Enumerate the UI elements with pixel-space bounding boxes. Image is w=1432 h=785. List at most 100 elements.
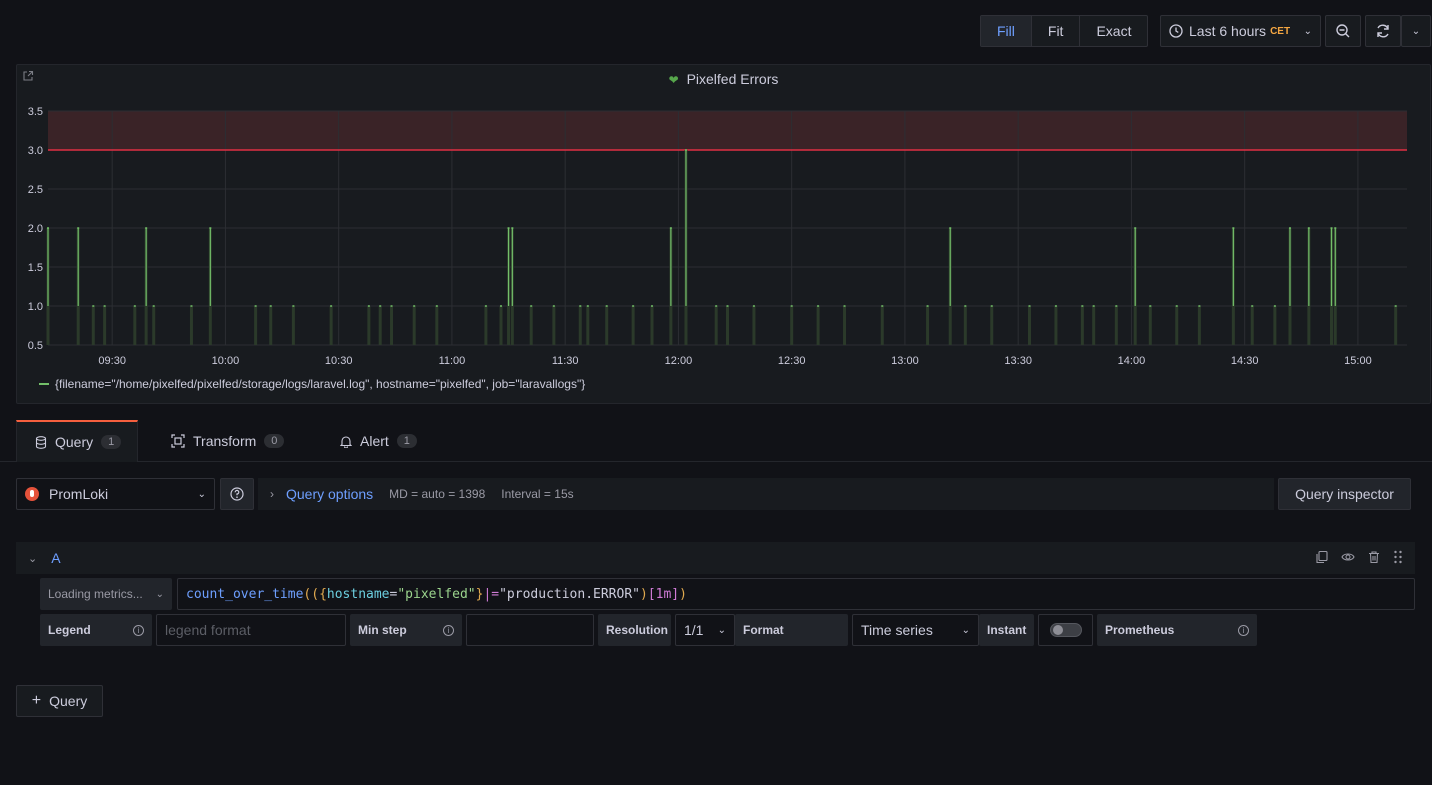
interval-text: Interval = 15s	[501, 487, 574, 501]
legend-option-label: Legend i	[40, 614, 152, 646]
x-tick-label: 13:00	[891, 355, 919, 365]
tab-query[interactable]: Query 1	[16, 420, 138, 462]
chevron-down-icon: ⌄	[717, 624, 726, 636]
resolution-value: 1/1	[684, 622, 704, 638]
min-step-input[interactable]	[466, 614, 594, 646]
query-token-paren: ((	[303, 586, 320, 602]
min-step-label: Min step i	[350, 614, 462, 646]
instant-toggle[interactable]	[1049, 623, 1082, 637]
y-tick-label: 2.0	[28, 223, 43, 235]
metrics-browser-label: Loading metrics...	[48, 587, 143, 601]
query-token-equals: =	[389, 586, 398, 602]
view-mode-exact-button[interactable]: Exact	[1080, 16, 1147, 46]
chevron-down-icon: ⌄	[197, 488, 206, 500]
view-mode-group: Fill Fit Exact	[980, 15, 1149, 47]
x-tick-label: 10:00	[212, 355, 240, 365]
database-icon	[35, 435, 47, 449]
chevron-down-icon: ⌄	[961, 624, 970, 636]
max-data-points-text: MD = auto = 1398	[389, 487, 486, 501]
resolution-label: Resolution	[598, 614, 671, 646]
chart-legend[interactable]: {filename="/home/pixelfed/pixelfed/stora…	[39, 377, 585, 391]
tab-alert[interactable]: Alert 1	[340, 420, 417, 462]
query-token-filter: "production.ERROR"	[499, 586, 640, 602]
legend-format-input[interactable]: legend format	[156, 614, 346, 646]
query-token-function: count_over_time	[186, 586, 304, 602]
prometheus-label: Prometheus i	[1097, 614, 1257, 646]
x-tick-label: 11:30	[552, 355, 579, 365]
x-tick-label: 11:00	[439, 355, 466, 365]
tab-query-count: 1	[101, 435, 122, 449]
prometheus-text: Prometheus	[1105, 623, 1175, 637]
query-token-paren: )	[679, 586, 687, 602]
y-tick-label: 1.5	[28, 262, 43, 274]
resolution-select[interactable]: 1/1 ⌄	[675, 614, 735, 646]
datasource-picker[interactable]: PromLoki ⌄	[16, 478, 215, 510]
format-label: Format	[735, 614, 848, 646]
add-query-button[interactable]: + Query	[16, 685, 103, 717]
y-tick-label: 1.0	[28, 301, 43, 313]
x-tick-label: 10:30	[325, 355, 353, 365]
trash-icon[interactable]	[1367, 550, 1381, 564]
timezone-label: CET	[1270, 25, 1291, 37]
legend-option-text: Legend	[48, 623, 91, 637]
chevron-right-icon: ›	[270, 487, 274, 501]
format-value: Time series	[861, 622, 933, 638]
threshold-region	[48, 111, 1407, 150]
legend-label: {filename="/home/pixelfed/pixelfed/stora…	[55, 377, 586, 391]
zoom-out-icon	[1336, 24, 1350, 38]
query-token-brace: }	[475, 586, 484, 602]
tab-transform[interactable]: Transform 0	[171, 420, 285, 462]
query-options-bar[interactable]: › Query options MD = auto = 1398 Interva…	[258, 478, 1274, 510]
clock-icon	[1169, 24, 1183, 38]
tab-alert-label: Alert	[360, 433, 389, 449]
y-tick-label: 3.0	[28, 145, 43, 157]
chevron-down-icon: ⌄	[155, 588, 164, 600]
refresh-interval-dropdown[interactable]: ⌄	[1401, 15, 1431, 47]
chevron-down-icon: ⌄	[1303, 25, 1312, 37]
time-series-chart[interactable]: 0.5 1.0 1.5 2.0 2.5 3.0 3.5 09:30 10:00 10:30 11:0…	[17, 65, 1430, 365]
info-icon[interactable]: i	[443, 624, 454, 636]
transform-icon	[171, 434, 185, 448]
query-token-brace: {	[319, 586, 327, 602]
min-step-text: Min step	[358, 623, 407, 637]
loki-logo-icon	[25, 487, 39, 501]
query-token-operator: |=	[483, 586, 500, 602]
query-inspector-button[interactable]: Query inspector	[1278, 478, 1411, 510]
duplicate-icon[interactable]	[1315, 550, 1329, 564]
add-query-label: Query	[49, 693, 88, 709]
refresh-button[interactable]	[1365, 15, 1401, 47]
x-tick-label: 14:30	[1231, 355, 1259, 365]
zoom-out-button[interactable]	[1325, 15, 1361, 47]
editor-tabs: Query 1 Transform 0 Alert 1	[0, 420, 1432, 462]
graph-panel: ❤ Pixelfed Errors 0.5 1.0 1.5 2.0 2.5 3.0 3.5 0…	[16, 64, 1431, 404]
info-icon[interactable]: i	[133, 624, 144, 636]
y-tick-label: 3.5	[28, 106, 43, 118]
tab-query-label: Query	[55, 434, 94, 450]
y-tick-label: 2.5	[28, 184, 43, 196]
query-ref-id[interactable]: A	[51, 550, 60, 566]
view-mode-fit-button[interactable]: Fit	[1032, 16, 1081, 46]
metrics-browser-button[interactable]: Loading metrics... ⌄	[40, 578, 172, 610]
query-token-label-value: "pixelfed"	[397, 586, 476, 602]
refresh-icon	[1377, 24, 1389, 38]
drag-handle-icon[interactable]	[1393, 550, 1403, 564]
time-range-picker[interactable]: Last 6 hours CET ⌄	[1160, 15, 1321, 47]
help-button[interactable]	[220, 478, 254, 510]
info-icon[interactable]: i	[1238, 624, 1249, 636]
query-token-paren: )	[640, 586, 648, 602]
view-mode-fill-button[interactable]: Fill	[981, 16, 1032, 46]
format-select[interactable]: Time series ⌄	[852, 614, 979, 646]
eye-icon[interactable]	[1341, 550, 1355, 564]
legend-swatch	[39, 383, 49, 385]
x-tick-label: 12:30	[778, 355, 806, 365]
query-token-label: hostname	[326, 586, 390, 602]
instant-toggle-field	[1038, 614, 1093, 646]
x-tick-label: 13:30	[1004, 355, 1032, 365]
tab-alert-count: 1	[396, 434, 417, 448]
chevron-down-icon[interactable]: ⌄	[28, 552, 37, 565]
query-input[interactable]: count_over_time(({hostname = "pixelfed"} |…	[177, 578, 1415, 610]
tab-transform-count: 0	[264, 434, 285, 448]
bell-icon	[340, 435, 352, 448]
query-row-header[interactable]: ⌄ A	[16, 542, 1415, 574]
question-circle-icon	[230, 487, 244, 501]
